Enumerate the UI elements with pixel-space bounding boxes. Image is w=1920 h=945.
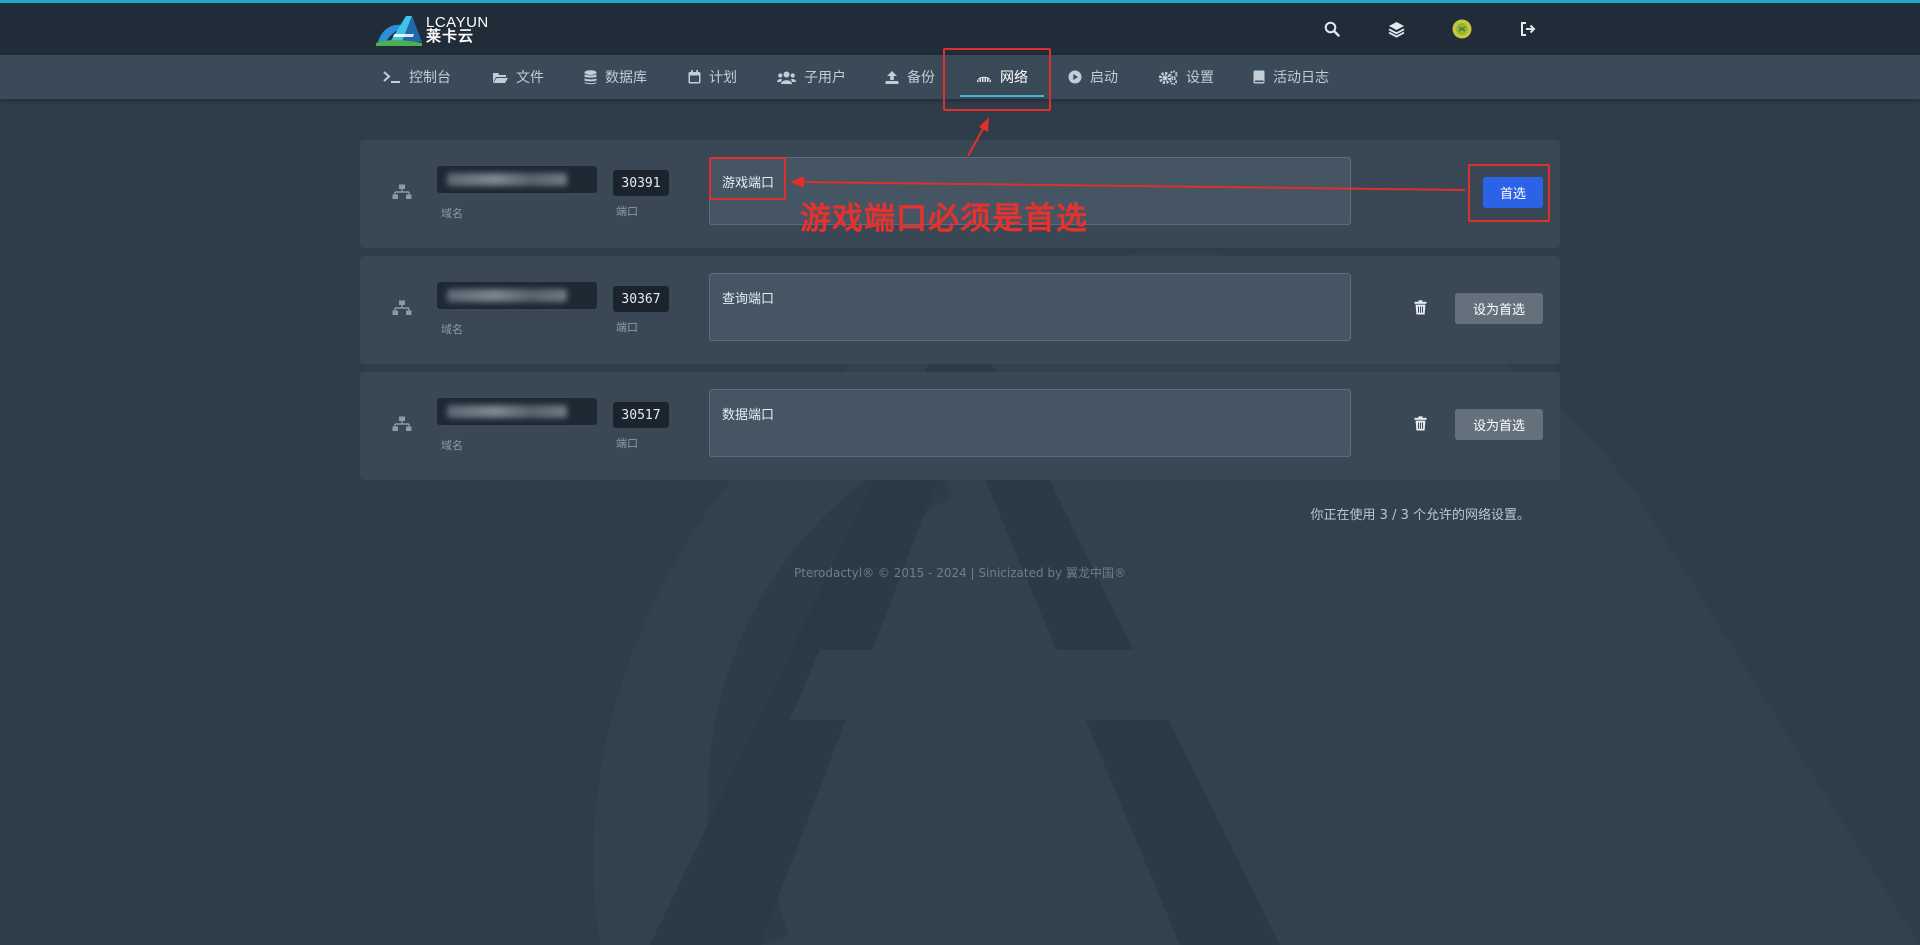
- tab-settings-label: 设置: [1186, 70, 1214, 86]
- tab-backups[interactable]: 备份: [885, 55, 935, 99]
- hostname-field[interactable]: [437, 398, 597, 425]
- tab-activity-label: 活动日志: [1273, 70, 1329, 86]
- delete-allocation-icon[interactable]: [1414, 416, 1427, 431]
- allocation-row: 域名 30517 端口 数据端口 设为首选: [360, 372, 1560, 480]
- port-value: 30391: [613, 170, 669, 196]
- tab-activity[interactable]: 活动日志: [1253, 55, 1329, 99]
- hostname-label: 域名: [441, 323, 463, 336]
- active-tab-indicator: [960, 95, 1044, 97]
- port-value: 30367: [613, 286, 669, 312]
- tab-network[interactable]: 网络: [976, 55, 1028, 99]
- avatar[interactable]: [1452, 19, 1472, 39]
- allocation-row: 域名 30367 端口 查询端口 设为首选: [360, 256, 1560, 364]
- folder-icon: [493, 72, 508, 83]
- port-label: 端口: [616, 205, 638, 218]
- book-icon: [1253, 70, 1265, 84]
- hostname-field[interactable]: [437, 282, 597, 309]
- port-value: 30517: [613, 402, 669, 428]
- brand-name-cn: 莱卡云: [426, 27, 475, 45]
- notes-textarea[interactable]: 查询端口: [709, 273, 1351, 341]
- hostname-redacted: [447, 173, 567, 186]
- cogs-icon: [1159, 69, 1178, 85]
- tab-users-label: 子用户: [804, 70, 846, 86]
- hostname-redacted: [447, 405, 567, 418]
- hostname-label: 域名: [441, 439, 463, 452]
- hostname-field[interactable]: [437, 166, 597, 193]
- terminal-icon: [383, 71, 400, 83]
- tab-startup[interactable]: 启动: [1068, 55, 1118, 99]
- hostname-label: 域名: [441, 207, 463, 220]
- tab-console-label: 控制台: [409, 70, 451, 86]
- network-wired-icon: [392, 416, 412, 431]
- top-bar: LCAYUN 莱卡云: [0, 3, 1920, 55]
- tab-schedules-label: 计划: [709, 70, 737, 86]
- logout-icon[interactable]: [1518, 19, 1538, 39]
- tab-files-label: 文件: [516, 70, 544, 86]
- primary-button[interactable]: 首选: [1483, 177, 1543, 208]
- tab-startup-label: 启动: [1090, 70, 1118, 86]
- database-icon: [584, 69, 597, 84]
- notes-textarea[interactable]: 数据端口: [709, 389, 1351, 457]
- port-label: 端口: [616, 437, 638, 450]
- play-icon: [1068, 70, 1082, 84]
- delete-allocation-icon[interactable]: [1414, 300, 1427, 315]
- users-icon: [777, 71, 796, 84]
- brand-logo[interactable]: LCAYUN 莱卡云: [376, 11, 489, 47]
- network-icon: [977, 76, 991, 82]
- tab-schedules[interactable]: 计划: [688, 55, 737, 99]
- layers-icon[interactable]: [1386, 19, 1406, 39]
- tab-settings[interactable]: 设置: [1159, 55, 1214, 99]
- footer-copyright: Pterodactyl® © 2015 - 2024 | Sinicizated…: [794, 566, 1126, 580]
- tab-network-label: 网络: [1000, 70, 1028, 86]
- tab-console[interactable]: 控制台: [383, 55, 451, 99]
- tab-files[interactable]: 文件: [492, 55, 544, 99]
- hostname-redacted: [447, 289, 567, 302]
- annotation-arrow-head: [979, 117, 989, 132]
- network-wired-icon: [392, 300, 412, 315]
- port-label: 端口: [616, 321, 638, 334]
- logo-mark-icon: [376, 16, 422, 46]
- annotation-text: 游戏端口必须是首选: [800, 201, 1088, 237]
- make-primary-button[interactable]: 设为首选: [1455, 409, 1543, 440]
- search-icon[interactable]: [1322, 19, 1342, 39]
- network-wired-icon: [392, 184, 412, 199]
- make-primary-button[interactable]: 设为首选: [1455, 293, 1543, 324]
- tab-backups-label: 备份: [907, 70, 935, 86]
- calendar-icon: [688, 70, 701, 84]
- allocation-usage-text: 你正在使用 3 / 3 个允许的网络设置。: [1310, 508, 1530, 523]
- sub-navigation: 控制台 文件 数据库 计划 子用户 备份 网络 启动 设置 活动日志: [0, 55, 1920, 99]
- upload-icon: [885, 71, 899, 84]
- tab-databases-label: 数据库: [605, 70, 647, 86]
- tab-users[interactable]: 子用户: [777, 55, 846, 99]
- tab-databases[interactable]: 数据库: [584, 55, 647, 99]
